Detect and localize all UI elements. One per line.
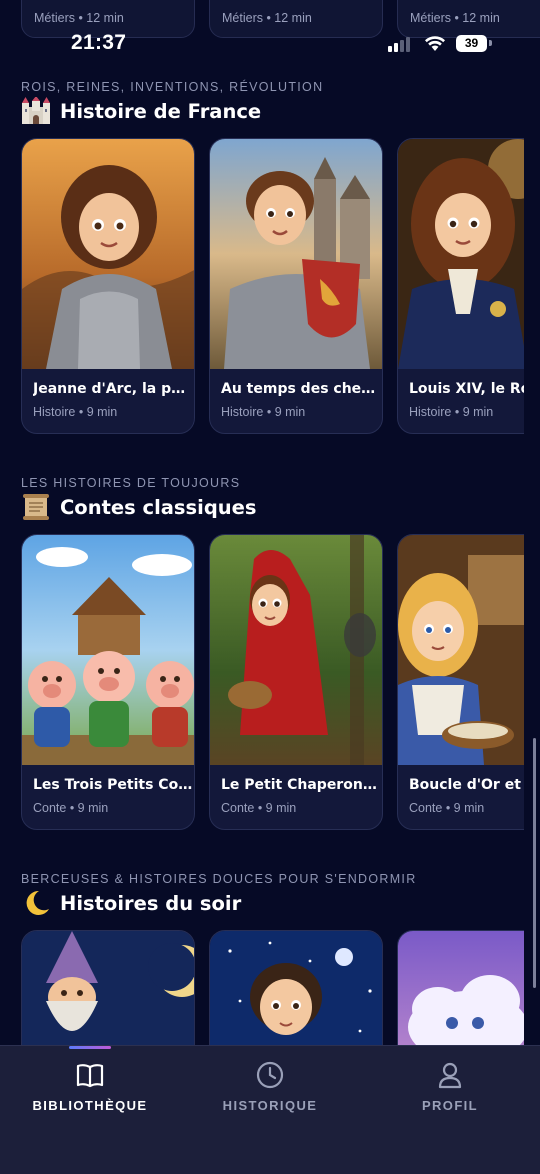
library-screen: Métiers • 12 min Métiers • 12 min Métier…: [0, 0, 540, 1174]
story-card[interactable]: Métiers • 12 min: [397, 0, 540, 38]
wifi-icon: [425, 36, 445, 51]
status-icons: 39: [388, 34, 523, 54]
status-time: 21:37: [71, 31, 127, 54]
story-illustration: [398, 139, 524, 369]
tab-label: BIBLIOTHÈQUE: [32, 1098, 148, 1113]
card-meta: Histoire • 9 min: [33, 405, 118, 419]
card-title: Au temps des chev...: [221, 381, 381, 397]
scroll-icon: [23, 494, 49, 520]
card-meta: Histoire • 9 min: [221, 405, 306, 419]
card-meta: Métiers • 12 min: [222, 11, 312, 25]
card-title: Les Trois Petits Co...: [33, 777, 193, 793]
card-meta: Métiers • 12 min: [410, 11, 500, 25]
castle-icon: [22, 97, 50, 124]
battery-cap: [489, 40, 492, 46]
card-meta: Conte • 9 min: [221, 801, 297, 815]
section-kicker: BERCEUSES & HISTOIRES DOUCES POUR S'ENDO…: [21, 872, 417, 886]
story-card[interactable]: Jeanne d'Arc, la pe... Histoire • 9 min: [21, 138, 195, 434]
story-card[interactable]: Métiers • 12 min: [209, 0, 383, 38]
story-illustration: [22, 139, 194, 369]
card-meta: Conte • 9 min: [33, 801, 109, 815]
story-illustration: [210, 535, 382, 765]
card-title: Louis XIV, le Roi S: [409, 381, 524, 397]
clock-icon: [256, 1061, 284, 1089]
section-kicker: ROIS, REINES, INVENTIONS, RÉVOLUTION: [21, 80, 324, 94]
story-illustration: [398, 535, 524, 765]
tab-label: PROFIL: [421, 1098, 479, 1113]
crescent-moon-icon: [26, 890, 49, 915]
section-header: Histoire de France: [21, 96, 261, 126]
story-card[interactable]: Les Trois Petits Co... Conte • 9 min: [21, 534, 195, 830]
card-meta: Métiers • 12 min: [34, 11, 124, 25]
story-card[interactable]: Le Petit Chaperon ... Conte • 9 min: [209, 534, 383, 830]
tab-label: HISTORIQUE: [222, 1098, 318, 1113]
section-kicker: LES HISTOIRES DE TOUJOURS: [21, 476, 241, 490]
section-header: Contes classiques: [21, 492, 257, 522]
section-title: Histoires du soir: [60, 891, 242, 915]
story-illustration: [22, 535, 194, 765]
scroll-indicator[interactable]: [533, 738, 536, 988]
story-card[interactable]: Boucle d'Or et le Conte • 9 min: [397, 534, 524, 830]
tab-profil[interactable]: PROFIL: [380, 1046, 520, 1146]
book-icon: [76, 1064, 104, 1088]
story-card[interactable]: Louis XIV, le Roi S Histoire • 9 min: [397, 138, 524, 434]
card-carousel[interactable]: Jeanne d'Arc, la pe... Histoire • 9 min: [0, 138, 524, 438]
cellular-signal-icon: [388, 36, 414, 52]
card-title: Boucle d'Or et le: [409, 777, 524, 793]
card-meta: Histoire • 9 min: [409, 405, 494, 419]
bottom-navigation: BIBLIOTHÈQUE HISTORIQUE PROFIL: [0, 1045, 540, 1174]
battery-icon: 39: [456, 35, 487, 52]
section-title: Histoire de France: [60, 99, 262, 123]
person-icon: [438, 1062, 462, 1089]
tab-historique[interactable]: HISTORIQUE: [200, 1046, 340, 1146]
section-header: Histoires du soir: [21, 888, 241, 918]
section-title: Contes classiques: [60, 495, 257, 519]
card-title: Le Petit Chaperon ...: [221, 777, 381, 793]
story-card[interactable]: Au temps des chev... Histoire • 9 min: [209, 138, 383, 434]
card-meta: Conte • 9 min: [409, 801, 485, 815]
card-carousel[interactable]: Les Trois Petits Co... Conte • 9 min Le …: [0, 534, 524, 834]
story-illustration: [210, 139, 382, 369]
tab-bibliotheque[interactable]: BIBLIOTHÈQUE: [20, 1046, 160, 1146]
card-title: Jeanne d'Arc, la pe...: [33, 381, 193, 397]
